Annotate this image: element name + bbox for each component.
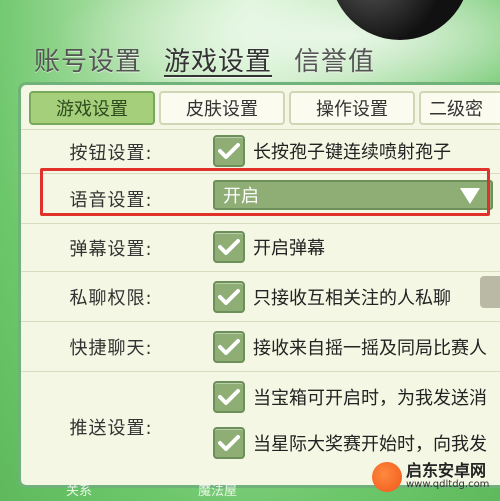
watermark-url: www.qdltdg.com — [406, 479, 490, 491]
row-label: 快捷聊天: — [69, 337, 153, 359]
voice-dropdown[interactable]: 开启 — [213, 180, 493, 210]
row-label: 语音设置: — [69, 189, 153, 211]
check-icon — [218, 289, 240, 305]
option-mutual-follow-chat[interactable]: 只接收互相关注的人私聊 — [213, 280, 451, 314]
watermark-logo-icon — [372, 462, 402, 492]
subtab-game-settings[interactable]: 游戏设置 — [29, 91, 155, 125]
checkbox[interactable] — [213, 381, 245, 413]
checkbox[interactable] — [213, 331, 245, 363]
watermark-title: 启东安卓网 — [406, 461, 487, 481]
site-watermark: 启东安卓网 www.qdltdg.com — [372, 462, 489, 492]
row-label: 按钮设置: — [69, 142, 153, 164]
subtab-skin-settings[interactable]: 皮肤设置 — [159, 91, 285, 125]
row-danmaku-settings: 弹幕设置: 开启弹幕 — [21, 223, 500, 271]
row-quick-chat: 快捷聊天: 接收来自摇一摇及同局比赛人 — [21, 321, 500, 371]
settings-rows: 按钮设置: 长按孢子键连续喷射孢子 语音设置: 开启 弹幕设置: 开启弹幕 私聊… — [21, 129, 500, 481]
subtab-control-settings[interactable]: 操作设置 — [289, 91, 415, 125]
row-label: 私聊权限: — [69, 287, 153, 309]
option-text: 长按孢子键连续喷射孢子 — [253, 142, 451, 163]
checkbox[interactable] — [213, 281, 245, 313]
row-label: 弹幕设置: — [69, 238, 153, 260]
option-text: 只接收互相关注的人私聊 — [253, 288, 451, 309]
option-text: 接收来自摇一摇及同局比赛人 — [253, 338, 487, 359]
check-icon — [218, 339, 240, 355]
row-private-chat: 私聊权限: 只接收互相关注的人私聊 — [21, 271, 500, 321]
side-action-button[interactable] — [480, 276, 500, 308]
row-button-settings: 按钮设置: 长按孢子键连续喷射孢子 — [21, 129, 500, 173]
check-icon — [218, 143, 240, 159]
dropdown-value: 开启 — [223, 186, 259, 207]
checkbox[interactable] — [213, 135, 245, 167]
top-tab-bar: 账号设置 游戏设置 信誉值 — [34, 40, 375, 78]
nav-relations[interactable]: 关系 — [66, 480, 92, 499]
sub-tab-bar: 游戏设置 皮肤设置 操作设置 二级密 — [29, 91, 500, 125]
tab-account-settings[interactable]: 账号设置 — [34, 41, 142, 78]
check-icon — [218, 389, 240, 405]
row-label: 推送设置: — [69, 417, 153, 439]
subtab-secondary-password[interactable]: 二级密 — [419, 91, 500, 125]
option-chest-push[interactable]: 当宝箱可开启时，为我发送消 — [213, 380, 487, 414]
check-icon — [218, 435, 240, 451]
settings-panel: 游戏设置 皮肤设置 操作设置 二级密 按钮设置: 长按孢子键连续喷射孢子 语音设… — [18, 82, 500, 488]
check-icon — [218, 239, 240, 255]
checkbox[interactable] — [213, 231, 245, 263]
nav-magic-house[interactable]: 魔法屋 — [198, 480, 237, 499]
watermark-text: 启东安卓网 www.qdltdg.com — [406, 463, 489, 490]
option-grand-prix-push[interactable]: 当星际大奖赛开始时，向我发 — [213, 426, 487, 460]
option-text: 当星际大奖赛开始时，向我发 — [253, 434, 487, 455]
option-text: 开启弹幕 — [253, 238, 325, 259]
option-text: 当宝箱可开启时，为我发送消 — [253, 388, 487, 409]
dropdown-arrow-icon — [460, 188, 480, 204]
option-enable-danmaku[interactable]: 开启弹幕 — [213, 230, 325, 264]
option-shake-chat[interactable]: 接收来自摇一摇及同局比赛人 — [213, 330, 487, 364]
checkbox[interactable] — [213, 427, 245, 459]
option-long-press-spore[interactable]: 长按孢子键连续喷射孢子 — [213, 134, 451, 168]
tab-reputation[interactable]: 信誉值 — [294, 41, 375, 78]
tab-game-settings[interactable]: 游戏设置 — [164, 41, 272, 78]
row-voice-settings: 语音设置: 开启 — [21, 173, 500, 223]
